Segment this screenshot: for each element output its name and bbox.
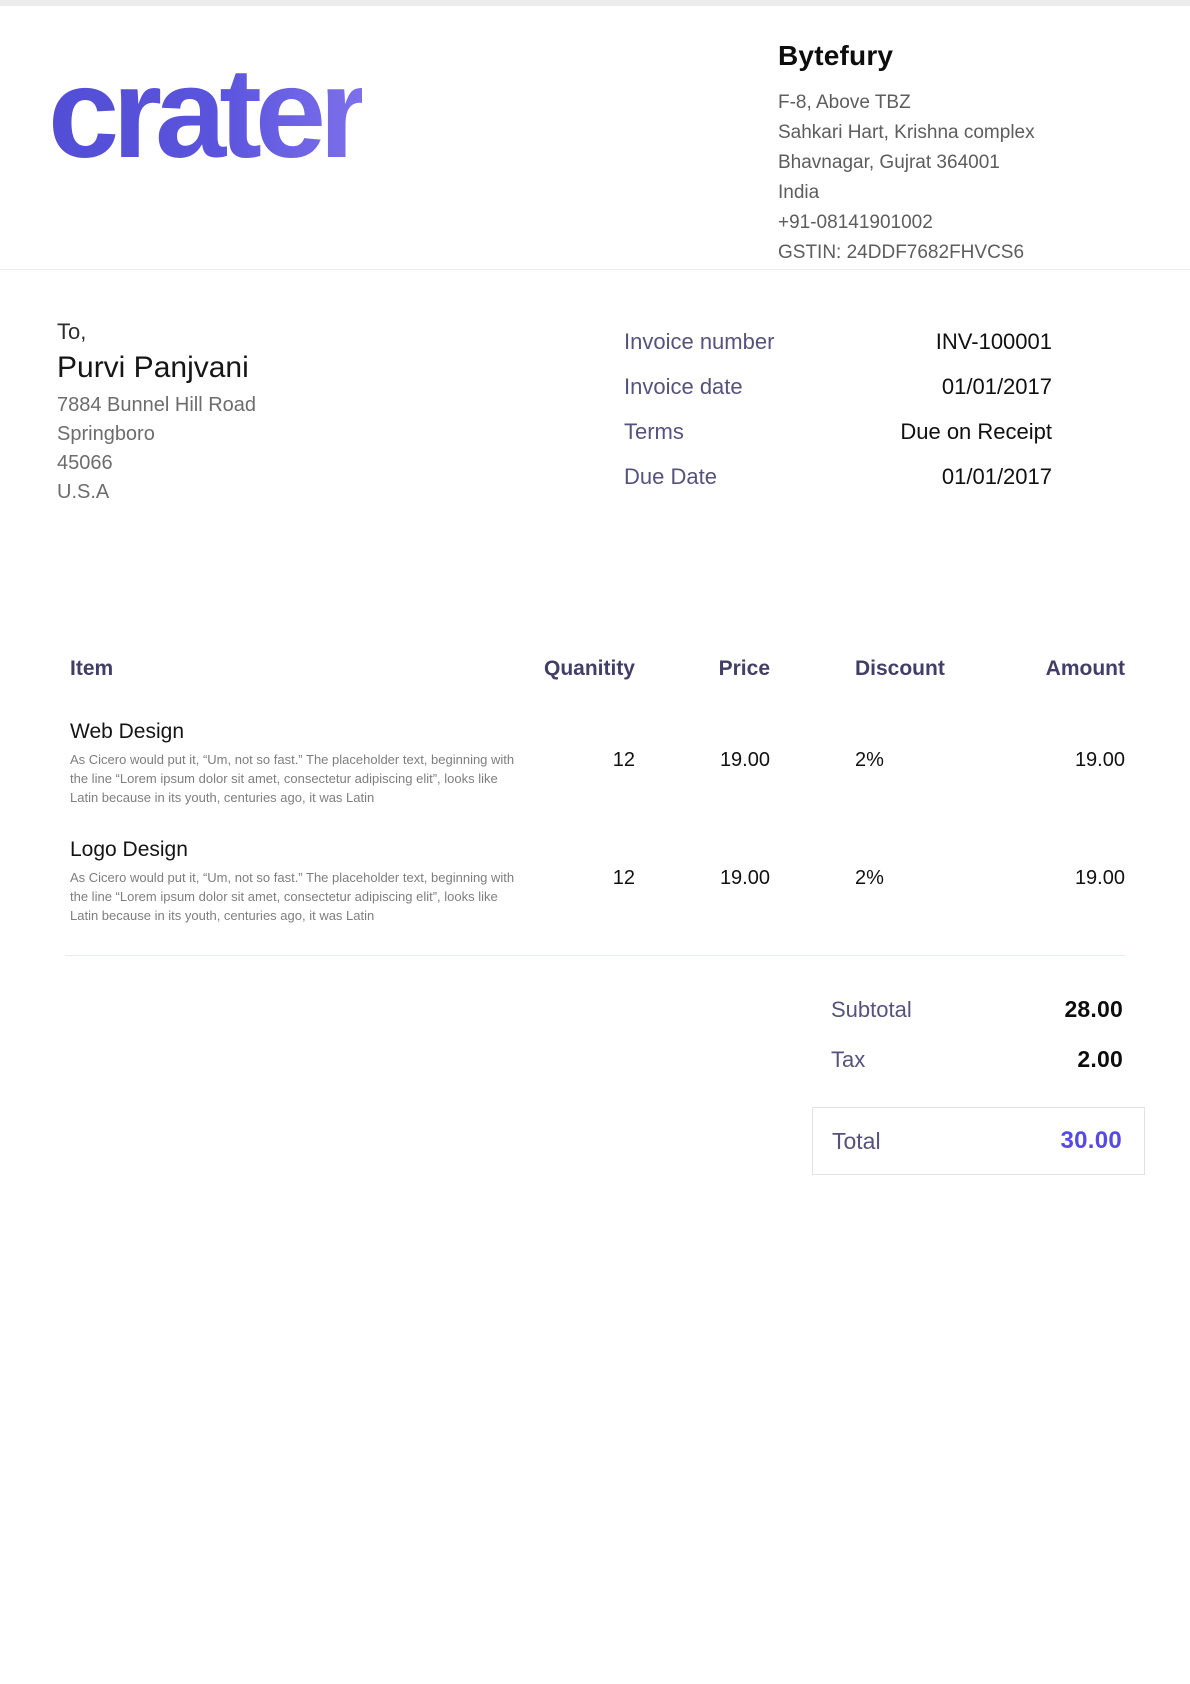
column-header-item: Item — [65, 657, 515, 681]
item-amount: 19.00 — [955, 719, 1125, 807]
item-description: As Cicero would put it, “Um, not so fast… — [70, 750, 515, 807]
customer-address: 7884 Bunnel Hill Road Springboro 45066 U… — [57, 391, 256, 507]
invoice-date-value: 01/01/2017 — [942, 374, 1052, 400]
invoice-number-row: Invoice number INV-100001 — [624, 329, 1052, 355]
invoice-date-label: Invoice date — [624, 374, 743, 400]
invoice-number-value: INV-100001 — [936, 329, 1052, 355]
customer-address-line: U.S.A — [57, 478, 256, 507]
bill-to-block: To, Purvi Panjvani 7884 Bunnel Hill Road… — [57, 317, 256, 509]
item-discount: 2% — [770, 719, 955, 807]
tax-label: Tax — [831, 1047, 865, 1073]
item-quantity: 12 — [515, 837, 635, 925]
column-header-price: Price — [635, 657, 770, 681]
company-address-line: F-8, Above TBZ — [778, 88, 1060, 118]
terms-row: Terms Due on Receipt — [624, 419, 1052, 445]
total-box: Total 30.00 — [812, 1107, 1145, 1175]
total-label: Total — [832, 1128, 881, 1155]
company-address-line: India — [778, 178, 1060, 208]
invoice-meta-block: Invoice number INV-100001 Invoice date 0… — [624, 329, 1052, 509]
subtotal-label: Subtotal — [831, 997, 912, 1023]
company-info: Bytefury F-8, Above TBZ Sahkari Hart, Kr… — [778, 40, 1060, 269]
item-name: Logo Design — [70, 837, 515, 863]
invoice-date-row: Invoice date 01/01/2017 — [624, 374, 1052, 400]
invoice-header: crater Bytefury F-8, Above TBZ Sahkari H… — [0, 6, 1190, 270]
crater-logo: crater — [48, 34, 362, 269]
company-name: Bytefury — [778, 40, 1060, 72]
invoice-page: crater Bytefury F-8, Above TBZ Sahkari H… — [0, 0, 1190, 1684]
company-address-line: Bhavnagar, Gujrat 364001 — [778, 148, 1060, 178]
item-price: 19.00 — [635, 719, 770, 807]
items-table: Item Quanitity Price Discount Amount Web… — [0, 657, 1190, 956]
company-address: F-8, Above TBZ Sahkari Hart, Krishna com… — [778, 88, 1060, 268]
item-amount: 19.00 — [955, 837, 1125, 925]
column-header-discount: Discount — [770, 657, 955, 681]
column-header-amount: Amount — [955, 657, 1125, 681]
item-description: As Cicero would put it, “Um, not so fast… — [70, 868, 515, 925]
customer-name: Purvi Panjvani — [57, 347, 256, 389]
item-cell: Web Design As Cicero would put it, “Um, … — [65, 719, 515, 807]
terms-value: Due on Receipt — [900, 419, 1052, 445]
subtotal-row: Subtotal 28.00 — [812, 996, 1145, 1023]
customer-address-line: 7884 Bunnel Hill Road — [57, 391, 256, 420]
total-value: 30.00 — [1060, 1127, 1122, 1155]
tax-value: 2.00 — [1077, 1046, 1123, 1073]
company-gstin: GSTIN: 24DDF7682FHVCS6 — [778, 238, 1060, 268]
due-date-value: 01/01/2017 — [942, 464, 1052, 490]
company-phone: +91-08141901002 — [778, 208, 1060, 238]
item-price: 19.00 — [635, 837, 770, 925]
table-bottom-divider — [65, 955, 1125, 956]
item-name: Web Design — [70, 719, 515, 745]
billing-section: To, Purvi Panjvani 7884 Bunnel Hill Road… — [0, 270, 1190, 509]
terms-label: Terms — [624, 419, 684, 445]
customer-address-line: 45066 — [57, 449, 256, 478]
due-date-label: Due Date — [624, 464, 717, 490]
invoice-number-label: Invoice number — [624, 329, 774, 355]
customer-address-line: Springboro — [57, 420, 256, 449]
table-row: Web Design As Cicero would put it, “Um, … — [65, 719, 1125, 807]
table-row: Logo Design As Cicero would put it, “Um,… — [65, 837, 1125, 925]
due-date-row: Due Date 01/01/2017 — [624, 464, 1052, 490]
item-quantity: 12 — [515, 719, 635, 807]
company-address-line: Sahkari Hart, Krishna complex — [778, 118, 1060, 148]
totals-section: Subtotal 28.00 Tax 2.00 Total 30.00 — [812, 996, 1145, 1175]
bill-to-label: To, — [57, 317, 256, 347]
column-header-quantity: Quanitity — [515, 657, 635, 681]
item-cell: Logo Design As Cicero would put it, “Um,… — [65, 837, 515, 925]
subtotal-value: 28.00 — [1064, 996, 1123, 1023]
items-table-header: Item Quanitity Price Discount Amount — [65, 657, 1125, 681]
tax-row: Tax 2.00 — [812, 1046, 1145, 1073]
item-discount: 2% — [770, 837, 955, 925]
